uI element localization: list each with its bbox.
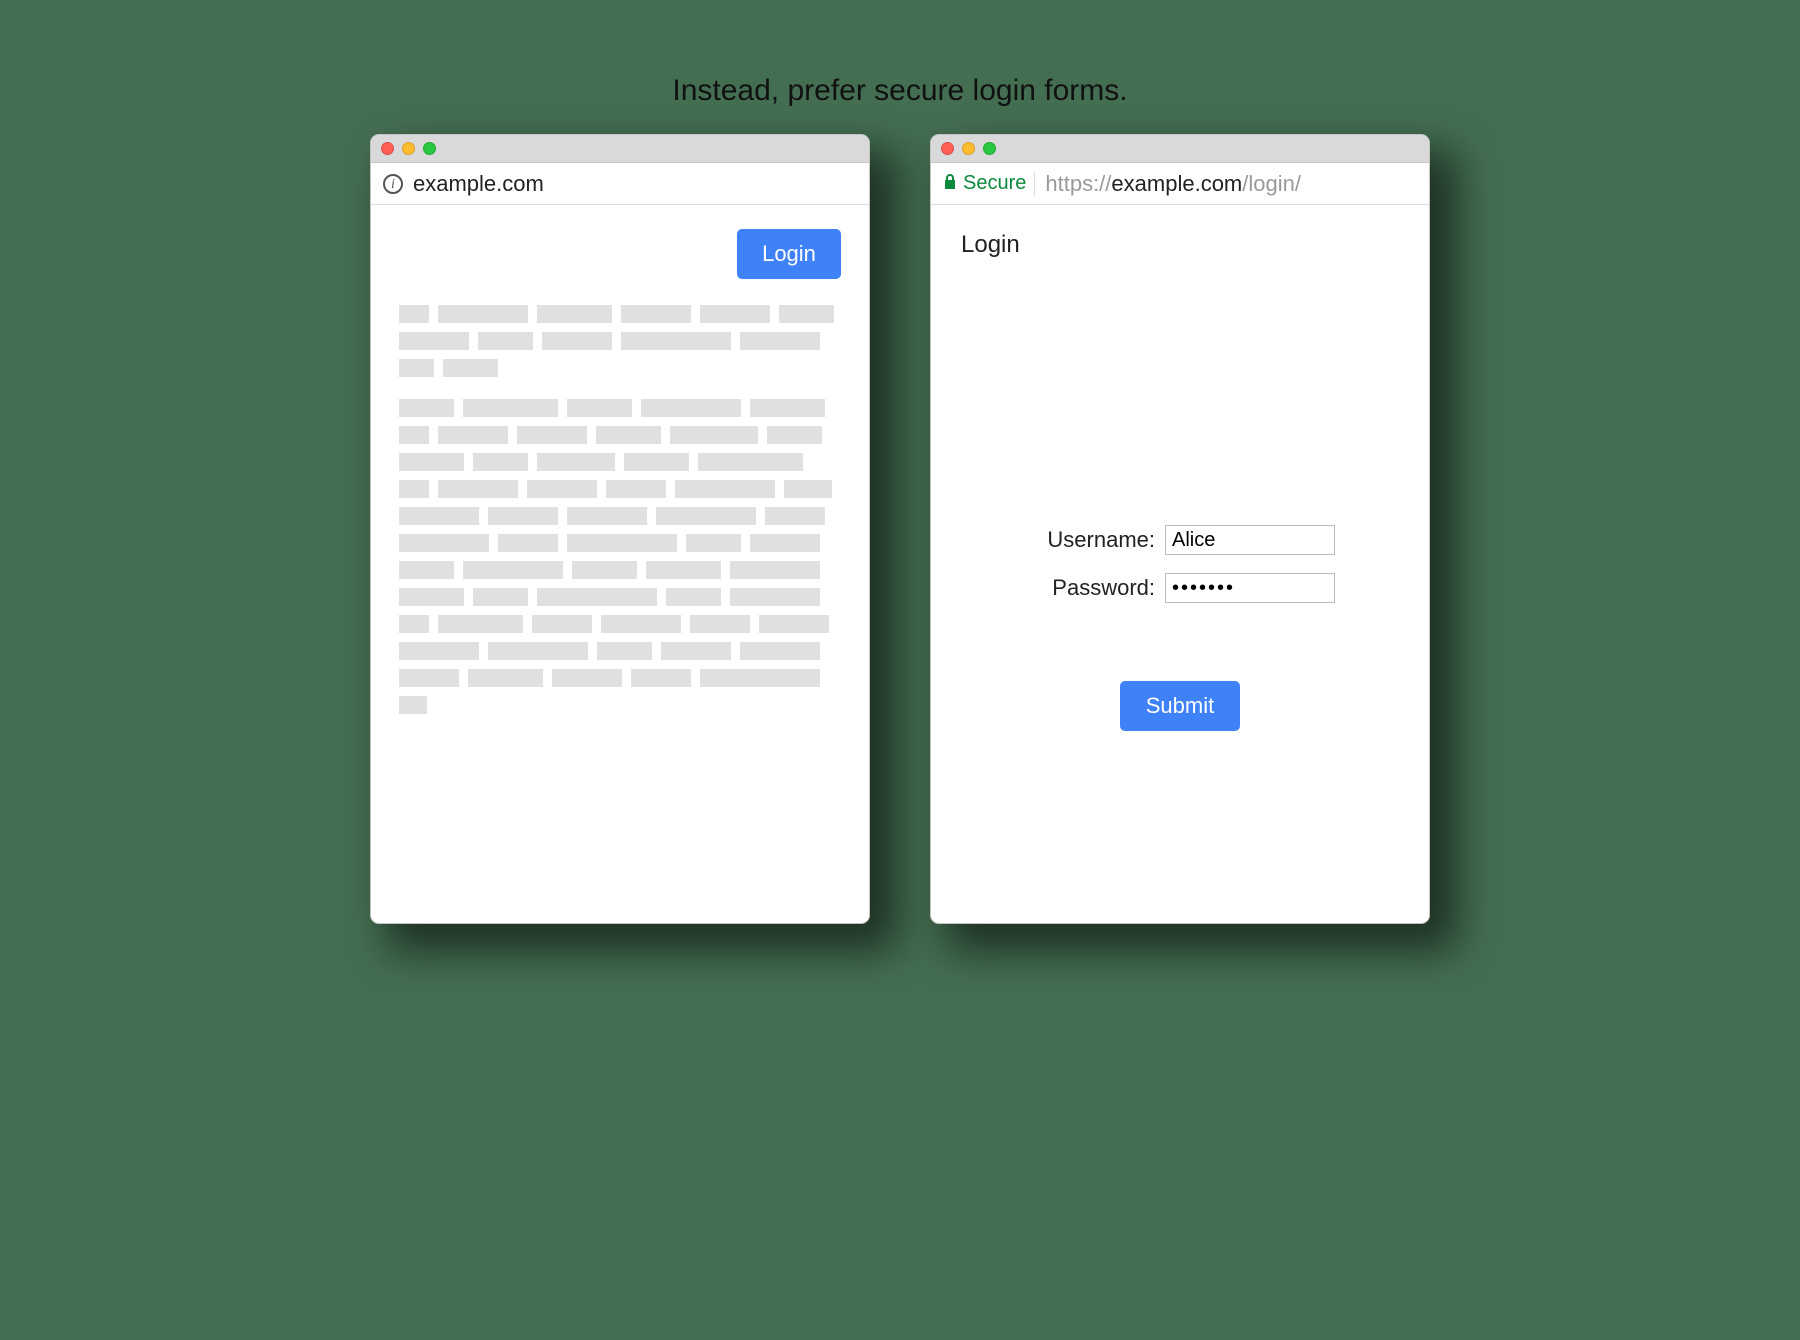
password-label: Password: (1025, 575, 1155, 601)
browser-window-insecure: i example.com Login (370, 134, 870, 924)
address-bar[interactable]: i example.com (371, 163, 869, 205)
traffic-light-zoom-icon[interactable] (983, 142, 996, 155)
window-titlebar (371, 135, 869, 163)
traffic-light-zoom-icon[interactable] (423, 142, 436, 155)
login-form: Username: Password: Submit (931, 525, 1429, 731)
traffic-light-close-icon[interactable] (381, 142, 394, 155)
page-content: Login Username: Password: Submit (931, 205, 1429, 923)
browser-window-secure: Secure https://example.com/login/ Login … (930, 134, 1430, 924)
lock-icon (943, 173, 957, 194)
address-host: example.com (1111, 171, 1242, 196)
secure-label: Secure (963, 172, 1026, 195)
page-content: Login (371, 205, 869, 923)
address-path: /login/ (1242, 171, 1301, 196)
traffic-light-minimize-icon[interactable] (402, 142, 415, 155)
traffic-light-minimize-icon[interactable] (962, 142, 975, 155)
address-url: https://example.com/login/ (1045, 171, 1301, 197)
placeholder-text-skeleton (399, 305, 841, 714)
traffic-light-close-icon[interactable] (941, 142, 954, 155)
page-title: Login (961, 231, 1020, 259)
info-icon[interactable]: i (383, 174, 403, 194)
address-url: example.com (413, 171, 544, 197)
submit-button[interactable]: Submit (1120, 681, 1240, 731)
window-titlebar (931, 135, 1429, 163)
username-label: Username: (1025, 527, 1155, 553)
username-input[interactable] (1165, 525, 1335, 555)
password-input[interactable] (1165, 573, 1335, 603)
diagram-caption: Instead, prefer secure login forms. (250, 60, 1550, 134)
address-bar[interactable]: Secure https://example.com/login/ (931, 163, 1429, 205)
login-button[interactable]: Login (737, 229, 841, 279)
address-protocol: https:// (1045, 171, 1111, 196)
address-separator (1034, 172, 1035, 196)
